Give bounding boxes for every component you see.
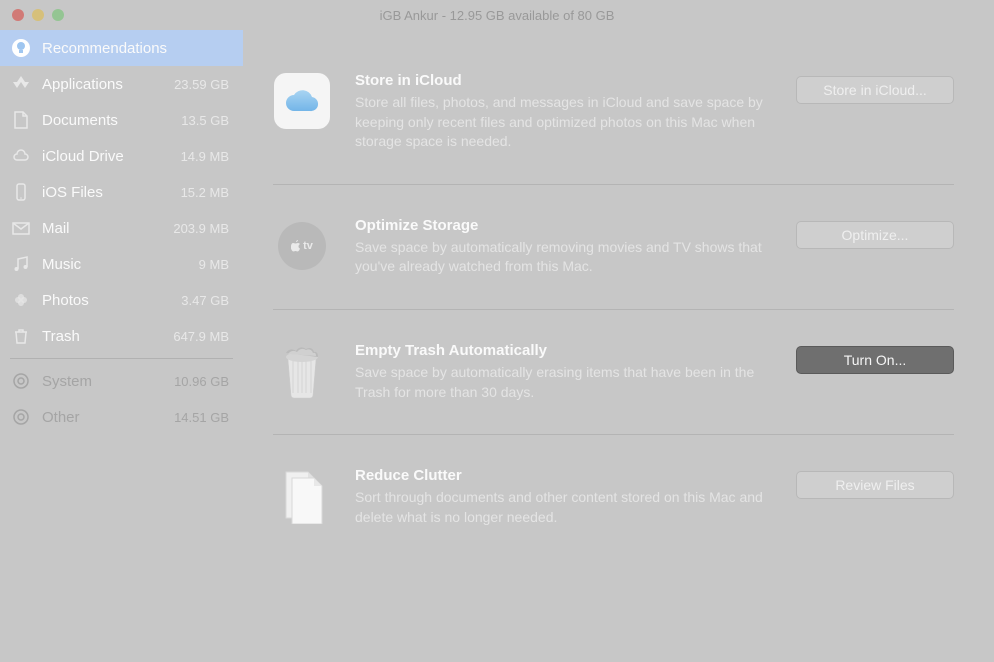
trashbin-icon bbox=[273, 342, 331, 400]
sidebar-item-applications[interactable]: Applications 23.59 GB bbox=[0, 66, 243, 102]
recommendation-title: Empty Trash Automatically bbox=[355, 342, 772, 359]
sidebar-item-label: Photos bbox=[42, 292, 171, 309]
sidebar-item-size: 647.9 MB bbox=[173, 329, 229, 344]
minimize-button[interactable] bbox=[32, 9, 44, 21]
recommendation-text: Optimize Storage Save space by automatica… bbox=[355, 217, 772, 277]
sidebar-item-size: 9 MB bbox=[199, 257, 229, 272]
docs-icon bbox=[273, 467, 331, 525]
sidebar-item-label: Trash bbox=[42, 328, 163, 345]
app-icon bbox=[10, 73, 32, 95]
sidebar-item-label: Documents bbox=[42, 112, 171, 129]
sidebar-item-size: 14.9 MB bbox=[181, 149, 229, 164]
recommendation-title: Store in iCloud bbox=[355, 72, 772, 89]
main-panel: Store in iCloud Store all files, photos, … bbox=[243, 30, 994, 662]
sidebar-item-other[interactable]: Other 14.51 GB bbox=[0, 399, 243, 435]
recommendation-text: Store in iCloud Store all files, photos, … bbox=[355, 72, 772, 152]
sidebar-item-label: iOS Files bbox=[42, 184, 171, 201]
recommendation-desc: Store all files, photos, and messages in… bbox=[355, 93, 772, 152]
sidebar-item-size: 10.96 GB bbox=[174, 374, 229, 389]
sidebar-item-label: Recommendations bbox=[42, 40, 219, 57]
sidebar-item-size: 3.47 GB bbox=[181, 293, 229, 308]
icloud-icon bbox=[273, 72, 331, 130]
sidebar-item-recommendations[interactable]: Recommendations bbox=[0, 30, 243, 66]
sidebar-item-label: iCloud Drive bbox=[42, 148, 171, 165]
sidebar-item-icloud-drive[interactable]: iCloud Drive 14.9 MB bbox=[0, 138, 243, 174]
window-title: iGB Ankur - 12.95 GB available of 80 GB bbox=[0, 8, 994, 23]
recommendation-desc: Save space by automatically erasing item… bbox=[355, 363, 772, 402]
gear-icon bbox=[10, 406, 32, 428]
sidebar-item-ios-files[interactable]: iOS Files 15.2 MB bbox=[0, 174, 243, 210]
traffic-lights bbox=[12, 9, 64, 21]
sidebar-item-size: 14.51 GB bbox=[174, 410, 229, 425]
mail-icon bbox=[10, 217, 32, 239]
recommendation-reduce-clutter: Reduce Clutter Sort through documents and… bbox=[273, 434, 954, 559]
bulb-icon bbox=[10, 37, 32, 59]
sidebar-item-mail[interactable]: Mail 203.9 MB bbox=[0, 210, 243, 246]
doc-icon bbox=[10, 109, 32, 131]
titlebar: iGB Ankur - 12.95 GB available of 80 GB bbox=[0, 0, 994, 30]
recommendation-title: Optimize Storage bbox=[355, 217, 772, 234]
photos-icon bbox=[10, 289, 32, 311]
sidebar-item-label: Other bbox=[42, 409, 164, 426]
recommendation-desc: Sort through documents and other content… bbox=[355, 488, 772, 527]
optimize-storage-button[interactable]: Optimize... bbox=[796, 221, 954, 249]
recommendation-empty-trash-automatically: Empty Trash Automatically Save space by a… bbox=[273, 309, 954, 434]
recommendation-title: Reduce Clutter bbox=[355, 467, 772, 484]
sidebar-item-music[interactable]: Music 9 MB bbox=[0, 246, 243, 282]
empty-trash-automatically-button[interactable]: Turn On... bbox=[796, 346, 954, 374]
reduce-clutter-button[interactable]: Review Files bbox=[796, 471, 954, 499]
sidebar-item-photos[interactable]: Photos 3.47 GB bbox=[0, 282, 243, 318]
sidebar-item-label: System bbox=[42, 373, 164, 390]
store-in-icloud-button[interactable]: Store in iCloud... bbox=[796, 76, 954, 104]
trash-icon bbox=[10, 325, 32, 347]
sidebar-item-size: 23.59 GB bbox=[174, 77, 229, 92]
sidebar-item-size: 13.5 GB bbox=[181, 113, 229, 128]
sidebar-divider bbox=[10, 358, 233, 359]
sidebar-item-label: Applications bbox=[42, 76, 164, 93]
recommendation-store-in-icloud: Store in iCloud Store all files, photos, … bbox=[273, 40, 954, 184]
appletv-icon: tv bbox=[273, 217, 331, 275]
sidebar-item-size: 203.9 MB bbox=[173, 221, 229, 236]
sidebar-item-label: Music bbox=[42, 256, 189, 273]
recommendation-optimize-storage: tv Optimize Storage Save space by automati… bbox=[273, 184, 954, 309]
phone-icon bbox=[10, 181, 32, 203]
maximize-button[interactable] bbox=[52, 9, 64, 21]
sidebar-item-size: 15.2 MB bbox=[181, 185, 229, 200]
close-button[interactable] bbox=[12, 9, 24, 21]
recommendation-desc: Save space by automatically removing mov… bbox=[355, 238, 772, 277]
sidebar-item-label: Mail bbox=[42, 220, 163, 237]
sidebar-item-documents[interactable]: Documents 13.5 GB bbox=[0, 102, 243, 138]
cloud-icon bbox=[10, 145, 32, 167]
recommendation-text: Empty Trash Automatically Save space by a… bbox=[355, 342, 772, 402]
recommendation-text: Reduce Clutter Sort through documents and… bbox=[355, 467, 772, 527]
gear-icon bbox=[10, 370, 32, 392]
sidebar-item-system[interactable]: System 10.96 GB bbox=[0, 363, 243, 399]
sidebar-item-trash[interactable]: Trash 647.9 MB bbox=[0, 318, 243, 354]
music-icon bbox=[10, 253, 32, 275]
sidebar: Recommendations Applications 23.59 GB Docum… bbox=[0, 30, 243, 662]
